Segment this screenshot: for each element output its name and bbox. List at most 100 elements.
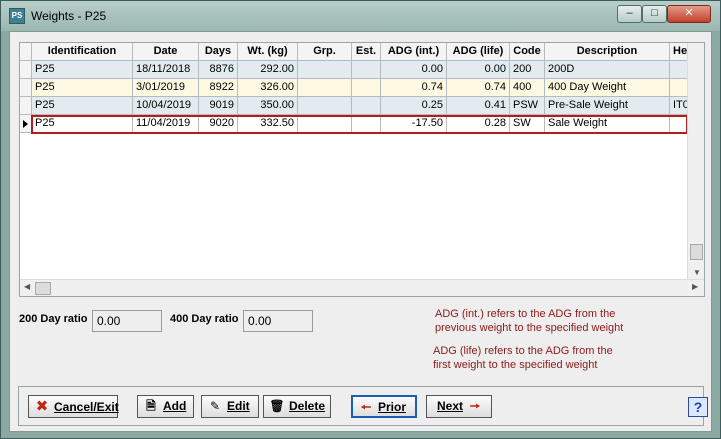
ratio-400-label: 400 Day ratio	[170, 313, 239, 325]
cell-description[interactable]: 400 Day Weight	[545, 79, 670, 97]
cell-description[interactable]: 200D	[545, 61, 670, 79]
delete-button[interactable]: 🗑 Delete	[263, 395, 331, 418]
help-button[interactable]: ?	[688, 397, 708, 417]
cell-weight[interactable]: 326.00	[238, 79, 298, 97]
next-button[interactable]: Next 🠖	[426, 395, 492, 418]
scroll-down-arrow-icon[interactable]: ▼	[693, 268, 701, 277]
cell-identification[interactable]: P25	[32, 97, 133, 115]
cell-days[interactable]: 9019	[199, 97, 238, 115]
title-bar[interactable]: PS Weights - P25 – □ ✕	[1, 1, 720, 31]
maximize-button[interactable]: □	[642, 5, 667, 23]
col-days[interactable]: Days	[199, 43, 238, 61]
vertical-scroll-thumb[interactable]	[690, 244, 703, 260]
row-indicator[interactable]	[20, 79, 32, 97]
table-row[interactable]: P25 10/04/2019 9019 350.00 0.25 0.41 PSW…	[20, 97, 704, 115]
scroll-left-arrow-icon[interactable]: ◀	[24, 282, 30, 291]
app-icon: PS	[9, 8, 25, 24]
right-arrow-icon: 🠖	[469, 399, 481, 413]
cell-code[interactable]: PSW	[510, 97, 545, 115]
adg-int-note-line1: ADG (int.) refers to the ADG from the	[435, 308, 616, 320]
cell-days[interactable]: 8922	[199, 79, 238, 97]
cell-est[interactable]	[352, 97, 381, 115]
horizontal-scroll-thumb[interactable]	[35, 282, 51, 295]
weights-window: PS Weights - P25 – □ ✕ Identification Da…	[0, 0, 721, 439]
new-document-icon: 🗎	[146, 399, 156, 413]
cell-adg-life[interactable]: 0.00	[447, 61, 510, 79]
cell-date[interactable]: 18/11/2018	[133, 61, 199, 79]
cell-date[interactable]: 11/04/2019	[133, 115, 199, 133]
cell-est[interactable]	[352, 115, 381, 133]
cell-code[interactable]: 400	[510, 79, 545, 97]
client-area: Identification Date Days Wt. (kg) Grp. E…	[9, 31, 712, 432]
table-row[interactable]: P25 18/11/2018 8876 292.00 0.00 0.00 200…	[20, 61, 704, 79]
cell-adg-int[interactable]: 0.25	[381, 97, 447, 115]
weights-grid[interactable]: Identification Date Days Wt. (kg) Grp. E…	[19, 42, 705, 297]
cell-adg-int[interactable]: 0.74	[381, 79, 447, 97]
col-adg-life[interactable]: ADG (life)	[447, 43, 510, 61]
cell-description[interactable]: Pre-Sale Weight	[545, 97, 670, 115]
cell-weight[interactable]: 350.00	[238, 97, 298, 115]
row-indicator-header	[20, 43, 32, 61]
cell-adg-life[interactable]: 0.74	[447, 79, 510, 97]
cell-identification[interactable]: P25	[32, 79, 133, 97]
button-bar: ✖ Cancel/Exit 🗎 Add ✎ Edit 🗑 Delete 🠔 Prior N…	[18, 386, 708, 426]
cell-group[interactable]	[298, 97, 352, 115]
horizontal-scrollbar[interactable]: ◀ ▶	[20, 279, 704, 296]
edit-document-icon: ✎	[209, 399, 221, 413]
left-arrow-icon: 🠔	[360, 400, 372, 414]
window-title: Weights - P25	[31, 9, 107, 23]
adg-int-note-line2: previous weight to the specified weight	[435, 322, 624, 334]
edit-button[interactable]: ✎ Edit	[201, 395, 259, 418]
cell-est[interactable]	[352, 79, 381, 97]
row-indicator[interactable]	[20, 61, 32, 79]
current-row-arrow-icon	[23, 120, 28, 128]
vertical-scrollbar[interactable]: ▼	[687, 43, 704, 279]
col-group[interactable]: Grp.	[298, 43, 352, 61]
cell-days[interactable]: 9020	[199, 115, 238, 133]
cell-date[interactable]: 10/04/2019	[133, 97, 199, 115]
adg-life-note: ADG (life) refers to the ADG from the fi…	[433, 344, 613, 372]
adg-life-note-line2: first weight to the specified weight	[433, 359, 598, 371]
row-indicator[interactable]	[20, 97, 32, 115]
cell-identification[interactable]: P25	[32, 115, 133, 133]
row-indicator-current[interactable]	[20, 115, 32, 133]
col-est[interactable]: Est.	[352, 43, 381, 61]
adg-life-note-line1: ADG (life) refers to the ADG from the	[433, 345, 613, 357]
cell-group[interactable]	[298, 79, 352, 97]
red-x-icon: ✖	[35, 398, 49, 415]
col-adg-int[interactable]: ADG (int.)	[381, 43, 447, 61]
cell-adg-life[interactable]: 0.28	[447, 115, 510, 133]
cell-adg-life[interactable]: 0.41	[447, 97, 510, 115]
close-button[interactable]: ✕	[667, 5, 711, 23]
cancel-exit-button[interactable]: ✖ Cancel/Exit	[28, 395, 119, 418]
cell-group[interactable]	[298, 115, 352, 133]
grid-header: Identification Date Days Wt. (kg) Grp. E…	[20, 43, 704, 61]
table-row[interactable]: P25 3/01/2019 8922 326.00 0.74 0.74 400 …	[20, 79, 704, 97]
cell-description[interactable]: Sale Weight	[545, 115, 670, 133]
ratio-200-label: 200 Day ratio	[19, 313, 88, 325]
col-identification[interactable]: Identification	[32, 43, 133, 61]
trash-icon: 🗑	[269, 399, 285, 413]
col-weight[interactable]: Wt. (kg)	[238, 43, 298, 61]
cell-adg-int[interactable]: 0.00	[381, 61, 447, 79]
minimize-button[interactable]: –	[617, 5, 642, 23]
cell-adg-int[interactable]: -17.50	[381, 115, 447, 133]
prior-button[interactable]: 🠔 Prior	[351, 395, 417, 418]
cell-code[interactable]: SW	[510, 115, 545, 133]
cell-code[interactable]: 200	[510, 61, 545, 79]
cell-identification[interactable]: P25	[32, 61, 133, 79]
scroll-right-arrow-icon[interactable]: ▶	[692, 282, 698, 291]
ratio-400-field[interactable]	[243, 310, 313, 332]
cell-weight[interactable]: 332.50	[238, 115, 298, 133]
add-button[interactable]: 🗎 Add	[137, 395, 194, 418]
table-row-selected[interactable]: P25 11/04/2019 9020 332.50 -17.50 0.28 S…	[20, 115, 704, 133]
col-date[interactable]: Date	[133, 43, 199, 61]
col-code[interactable]: Code	[510, 43, 545, 61]
col-description[interactable]: Description	[545, 43, 670, 61]
cell-date[interactable]: 3/01/2019	[133, 79, 199, 97]
ratio-200-field[interactable]	[92, 310, 162, 332]
cell-group[interactable]	[298, 61, 352, 79]
cell-est[interactable]	[352, 61, 381, 79]
cell-days[interactable]: 8876	[199, 61, 238, 79]
cell-weight[interactable]: 292.00	[238, 61, 298, 79]
